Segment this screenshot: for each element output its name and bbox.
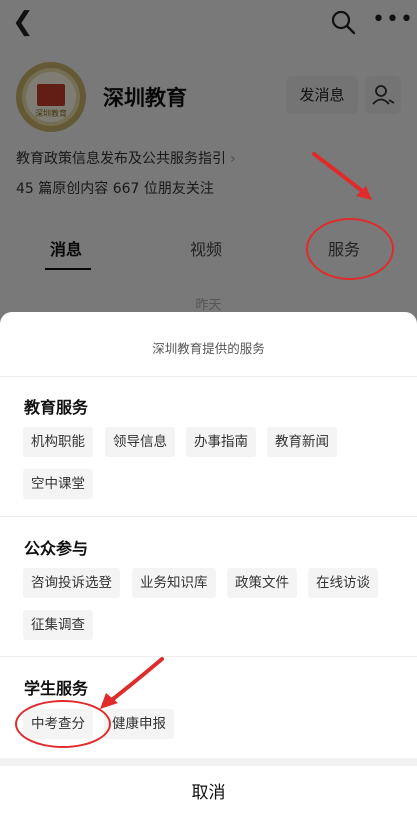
divider bbox=[0, 656, 417, 657]
service-chip-knowledge-base[interactable]: 业务知识库 bbox=[132, 568, 216, 598]
annotation-arrow-exam-score bbox=[100, 657, 164, 709]
service-chip-service-guide[interactable]: 办事指南 bbox=[186, 427, 256, 457]
service-chip-consultation-complaints[interactable]: 咨询投诉选登 bbox=[23, 568, 120, 598]
annotation-arrow-services bbox=[312, 152, 372, 200]
cancel-separator bbox=[0, 758, 417, 766]
service-chip-institution-functions[interactable]: 机构职能 bbox=[23, 427, 93, 457]
service-chip-online-classroom[interactable]: 空中课堂 bbox=[23, 469, 93, 499]
service-chip-leadership-info[interactable]: 领导信息 bbox=[105, 427, 175, 457]
service-chip-online-interviews[interactable]: 在线访谈 bbox=[308, 568, 378, 598]
sheet-title: 深圳教育提供的服务 bbox=[152, 341, 265, 356]
divider bbox=[0, 376, 417, 377]
section-title-public-participation: 公众参与 bbox=[24, 539, 89, 558]
section-title-student-services: 学生服务 bbox=[24, 679, 89, 698]
cancel-button[interactable]: 取消 bbox=[0, 766, 417, 820]
service-chip-education-news[interactable]: 教育新闻 bbox=[267, 427, 337, 457]
service-chip-policy-documents[interactable]: 政策文件 bbox=[227, 568, 297, 598]
annotation-circle-services bbox=[306, 218, 394, 280]
service-chip-surveys[interactable]: 征集调查 bbox=[23, 610, 93, 640]
divider bbox=[0, 516, 417, 517]
section-title-education-services: 教育服务 bbox=[24, 398, 89, 417]
